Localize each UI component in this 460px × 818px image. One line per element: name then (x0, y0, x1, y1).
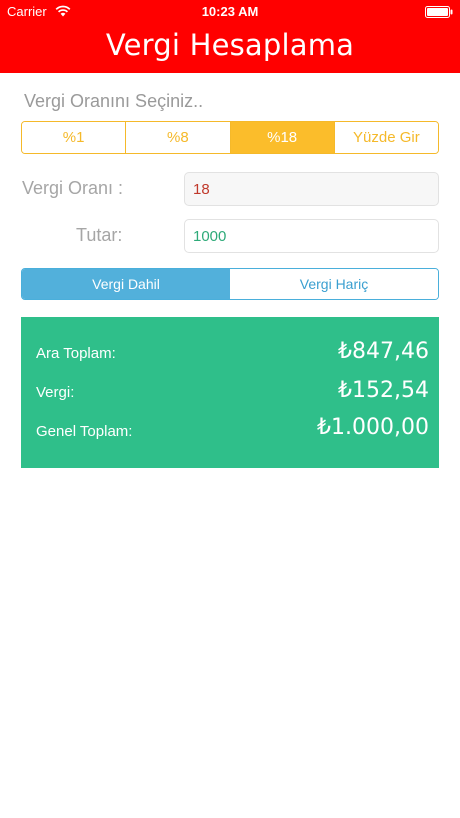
subtotal-value: ₺847,46 (338, 339, 429, 364)
tax-excluded-option[interactable]: Vergi Hariç (230, 269, 438, 299)
amount-label: Tutar: (76, 225, 123, 245)
tax-included-option[interactable]: Vergi Dahil (22, 269, 230, 299)
total-label: Genel Toplam: (36, 423, 133, 440)
rate-option-18[interactable]: %18 (230, 122, 335, 153)
status-bar: Carrier 10:23 AM (0, 0, 460, 24)
total-value: ₺1.000,00 (317, 415, 429, 440)
subtotal-row: Ara Toplam: ₺847,46 (21, 339, 439, 369)
tax-rate-field[interactable]: 18 (184, 172, 439, 206)
rate-option-8[interactable]: %8 (126, 122, 231, 153)
tax-label: Vergi: (36, 384, 75, 401)
total-row: Genel Toplam: ₺1.000,00 (21, 415, 439, 447)
amount-field[interactable]: 1000 (184, 219, 439, 253)
tax-value: ₺152,54 (338, 378, 429, 403)
rate-prompt: Vergi Oranını Seçiniz.. (24, 91, 204, 111)
result-panel: Ara Toplam: ₺847,46 Vergi: ₺152,54 Genel… (21, 317, 439, 468)
subtotal-label: Ara Toplam: (36, 345, 116, 362)
rate-option-custom[interactable]: Yüzde Gir (334, 122, 438, 153)
tax-mode-segmented-control: Vergi Dahil Vergi Hariç (21, 268, 439, 300)
tax-row: Vergi: ₺152,54 (21, 378, 439, 408)
tax-rate-segmented-control: %1 %8 %18 Yüzde Gir (21, 121, 439, 154)
nav-bar: Carrier 10:23 AM Vergi Hesaplama (0, 0, 460, 73)
rate-option-1[interactable]: %1 (22, 122, 127, 153)
status-time: 10:23 AM (201, 4, 259, 19)
app-title: Vergi Hesaplama (105, 28, 355, 62)
tax-rate-label: Vergi Oranı : (22, 178, 124, 198)
battery-icon (425, 6, 453, 18)
